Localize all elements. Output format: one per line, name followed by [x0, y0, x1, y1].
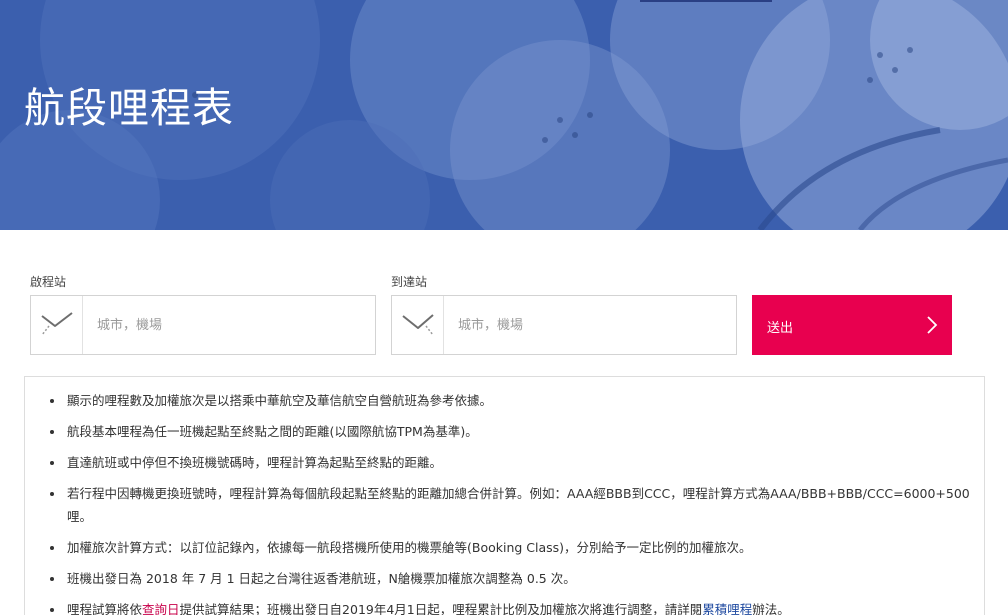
- chevron-right-icon: [927, 316, 938, 334]
- list-item: 加權旅次計算方式：以訂位記錄內，依據每一航段搭機所使用的機票艙等(Booking…: [47, 536, 984, 559]
- list-item: 班機出發日為 2018 年 7 月 1 日起之台灣往返香港航班，N艙機票加權旅次…: [47, 567, 984, 590]
- note-text: 提供試算結果；班機出發日自2019年4月1日起，哩程累計比例及加權旅次將進行調整…: [179, 602, 703, 615]
- list-item: 直達航班或中停但不換班機號碼時，哩程計算為起點至終點的距離。: [47, 451, 984, 474]
- notes-panel: 顯示的哩程數及加權旅次是以搭乘中華航空及華信航空自營航班為參考依據。 航段基本哩…: [24, 376, 985, 615]
- query-date-link[interactable]: 查詢日: [142, 602, 180, 615]
- list-item: 哩程試算將依查詢日提供試算結果；班機出發日自2019年4月1日起，哩程累計比例及…: [47, 598, 984, 615]
- submit-button[interactable]: 送出: [752, 295, 952, 355]
- list-item: 航段基本哩程為任一班機起點至終點之間的距離(以國際航協TPM為基準)。: [47, 420, 984, 443]
- top-accent-line: [640, 0, 772, 2]
- notes-list: 顯示的哩程數及加權旅次是以搭乘中華航空及華信航空自營航班為參考依據。 航段基本哩…: [25, 377, 984, 615]
- departure-field[interactable]: [30, 295, 376, 355]
- note-text: 哩程試算將依: [67, 602, 143, 615]
- page-title: 航段哩程表: [24, 84, 234, 132]
- arrival-input[interactable]: [458, 314, 718, 336]
- departure-label: 啟程站: [30, 275, 67, 289]
- list-item: 若行程中因轉機更換班號時，哩程計算為每個航段起點至終點的距離加總合併計算。例如：…: [47, 482, 984, 528]
- accumulate-miles-link[interactable]: 累積哩程: [702, 602, 752, 615]
- list-item: 顯示的哩程數及加權旅次是以搭乘中華航空及華信航空自營航班為參考依據。: [47, 389, 984, 412]
- hero-banner: 航段哩程表: [0, 0, 1008, 230]
- submit-label: 送出: [767, 321, 794, 336]
- plane-takeoff-icon: [31, 296, 83, 354]
- note-text: 辦法。: [752, 602, 790, 615]
- departure-input[interactable]: [97, 314, 357, 336]
- plane-landing-icon: [392, 296, 444, 354]
- arrival-field[interactable]: [391, 295, 737, 355]
- arrival-label: 到達站: [391, 275, 428, 289]
